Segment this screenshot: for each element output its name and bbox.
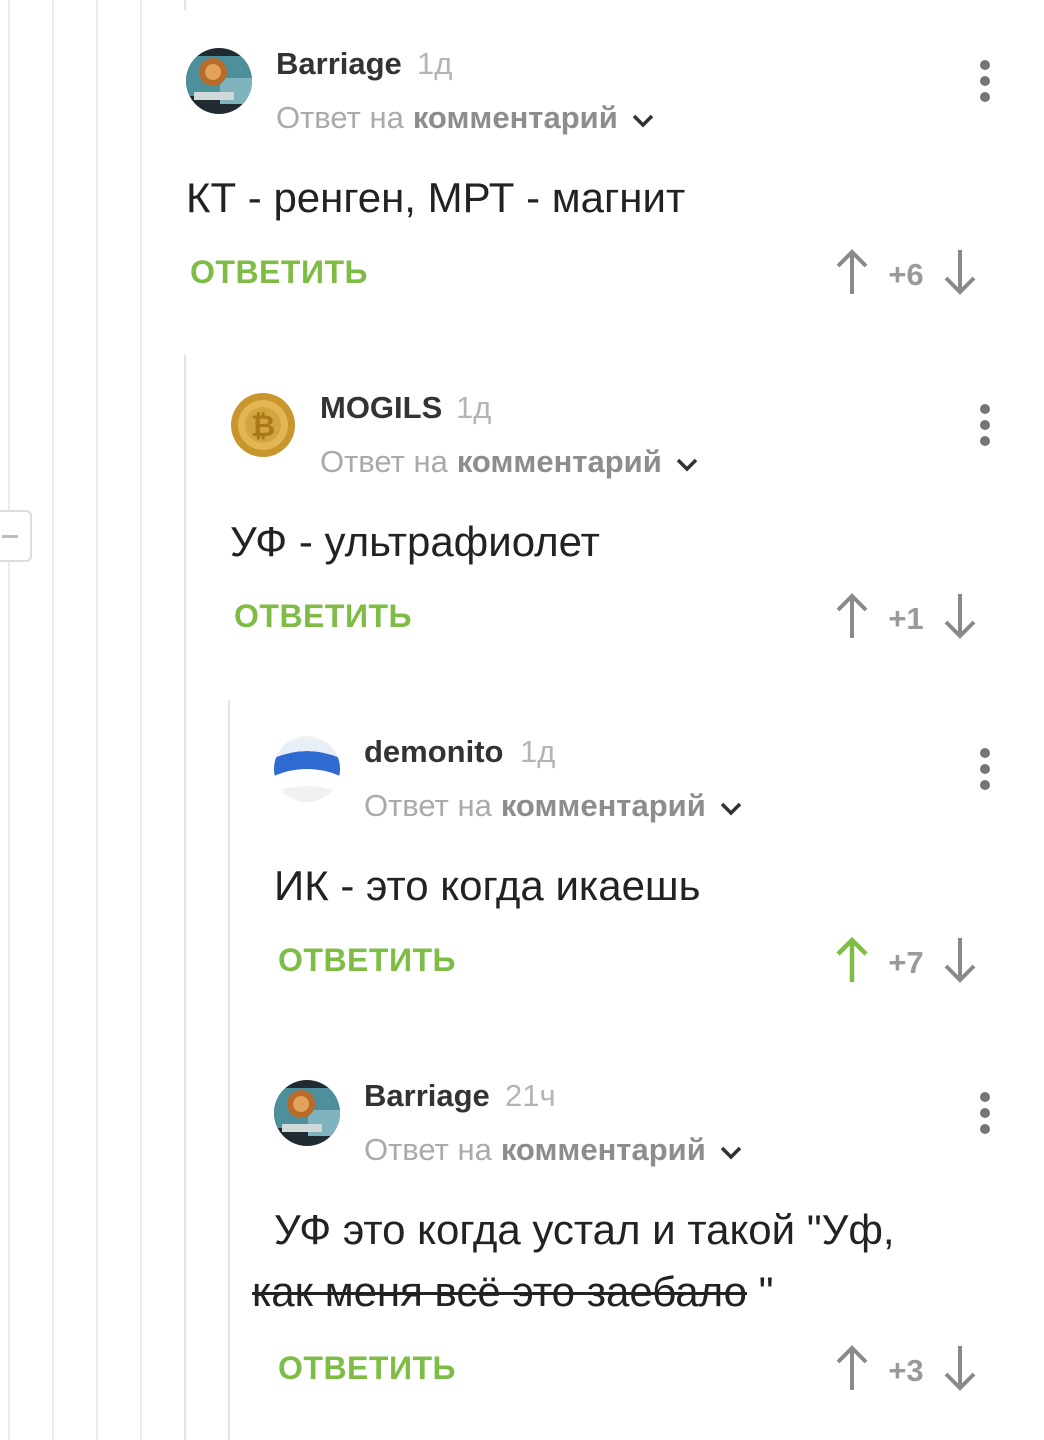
thread-line [96, 0, 98, 1440]
comment: Barriage 1д Ответ на комментарий КТ - ре… [186, 46, 1016, 308]
vote-score: +6 [888, 256, 924, 292]
lion-avatar[interactable] [274, 1080, 340, 1146]
comment: demonito 1д Ответ на комментарий ИК - эт… [274, 734, 1016, 996]
reply-to-link[interactable]: комментарий [501, 788, 706, 824]
svg-text:₿: ₿ [251, 409, 275, 444]
comment-text: УФ - ультрафиолет [230, 518, 600, 565]
reply-to-prefix: Ответ на [364, 788, 492, 823]
comment: ₿ MOGILS 1д Ответ на комментарий УФ - ул… [230, 390, 1016, 652]
reply-button[interactable]: ОТВЕТИТЬ [234, 598, 412, 635]
more-options-icon[interactable] [980, 404, 990, 452]
vote-controls: +1 [834, 592, 978, 645]
reply-button[interactable]: ОТВЕТИТЬ [278, 1350, 456, 1387]
more-options-icon[interactable] [980, 1092, 990, 1140]
reply-to-link[interactable]: комментарий [413, 100, 618, 136]
comment-text-line2: как меня всё это заебало " [252, 1268, 774, 1316]
thread-line [184, 355, 186, 1440]
more-options-icon[interactable] [980, 748, 990, 796]
downvote-arrow-icon[interactable] [942, 1344, 978, 1397]
flag-avatar[interactable] [274, 736, 340, 802]
upvote-arrow-icon[interactable] [834, 248, 870, 301]
reply-to-info[interactable]: Ответ на комментарий [364, 788, 742, 824]
comment-text-tail: " [747, 1268, 774, 1315]
reply-to-link[interactable]: комментарий [457, 444, 662, 480]
reply-to-info[interactable]: Ответ на комментарий [276, 100, 654, 136]
chevron-down-icon[interactable] [720, 788, 742, 824]
comment-time: 21ч [505, 1078, 556, 1113]
downvote-arrow-icon[interactable] [942, 592, 978, 645]
comment-text: ИК - это когда икаешь [274, 862, 701, 909]
reply-to-prefix: Ответ на [276, 100, 404, 135]
downvote-arrow-icon[interactable] [942, 248, 978, 301]
thread-line [8, 0, 10, 1440]
more-options-icon[interactable] [980, 60, 990, 108]
strikethrough-text: как меня всё это заебало [252, 1268, 747, 1315]
comment-text: УФ это когда устал и такой "Уф, [274, 1206, 895, 1253]
reply-button[interactable]: ОТВЕТИТЬ [278, 942, 456, 979]
comment-text: КТ - ренген, МРТ - магнит [186, 174, 686, 221]
comment-time: 1д [417, 46, 453, 81]
author-name[interactable]: Barriage [364, 1078, 490, 1114]
upvote-arrow-icon[interactable] [834, 592, 870, 645]
downvote-arrow-icon[interactable] [942, 936, 978, 989]
collapse-thread-button[interactable] [0, 510, 32, 562]
vote-controls: +3 [834, 1344, 978, 1397]
chevron-down-icon[interactable] [676, 444, 698, 480]
comment: Barriage 21ч Ответ на комментарий УФ это… [252, 1078, 1016, 1400]
thread-line [184, 0, 186, 10]
author-name[interactable]: MOGILS [320, 390, 442, 426]
reply-button[interactable]: ОТВЕТИТЬ [190, 254, 368, 291]
chevron-down-icon[interactable] [720, 1132, 742, 1168]
bitcoin-avatar[interactable]: ₿ [230, 392, 296, 458]
vote-score: +1 [888, 600, 924, 636]
thread-line [228, 700, 230, 1440]
thread-line [52, 0, 54, 1440]
author-name[interactable]: Barriage [276, 46, 402, 82]
vote-score: +3 [888, 1352, 924, 1388]
reply-to-prefix: Ответ на [320, 444, 448, 479]
reply-to-info[interactable]: Ответ на комментарий [364, 1132, 742, 1168]
lion-avatar[interactable] [186, 48, 252, 114]
comment-time: 1д [456, 390, 492, 425]
reply-to-prefix: Ответ на [364, 1132, 492, 1167]
reply-to-link[interactable]: комментарий [501, 1132, 706, 1168]
author-name[interactable]: demonito [364, 734, 504, 770]
thread-line [140, 0, 142, 1440]
chevron-down-icon[interactable] [632, 100, 654, 136]
reply-to-info[interactable]: Ответ на комментарий [320, 444, 698, 480]
upvote-arrow-icon[interactable] [834, 936, 870, 989]
vote-score: +7 [888, 944, 924, 980]
vote-controls: +7 [834, 936, 978, 989]
upvote-arrow-icon[interactable] [834, 1344, 870, 1397]
vote-controls: +6 [834, 248, 978, 301]
comment-time: 1д [520, 734, 556, 769]
